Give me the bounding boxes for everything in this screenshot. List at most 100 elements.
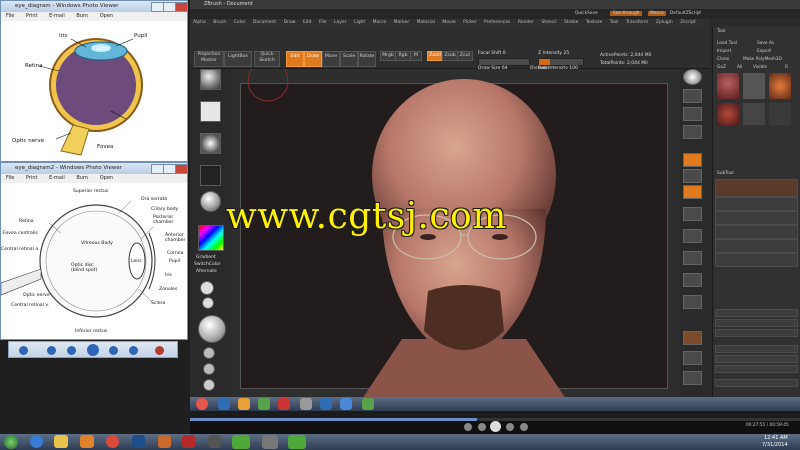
forward-icon[interactable] xyxy=(520,423,528,431)
menu-print[interactable]: Print xyxy=(26,175,38,181)
sphere-icon[interactable] xyxy=(200,281,214,295)
alpha-icon[interactable] xyxy=(200,133,221,154)
subtool-item[interactable] xyxy=(715,179,798,197)
menu-macro[interactable]: Macro xyxy=(373,20,387,25)
matcap-icon[interactable] xyxy=(203,347,215,359)
polyframe-icon[interactable] xyxy=(683,331,702,345)
next-icon[interactable] xyxy=(506,423,514,431)
quick-sketch-button[interactable]: Quick Sketch xyxy=(254,51,280,67)
previous-icon[interactable] xyxy=(67,346,76,355)
app-icon[interactable] xyxy=(362,398,374,410)
menu-layer[interactable]: Layer xyxy=(334,20,347,25)
camtasia-icon[interactable] xyxy=(288,435,306,449)
menu-burn[interactable]: Burn xyxy=(76,175,88,181)
load-tool-button[interactable]: Load Tool xyxy=(717,41,737,46)
clone-button[interactable]: Clone xyxy=(717,57,729,62)
zbrush-icon[interactable] xyxy=(262,435,278,449)
app-icon[interactable] xyxy=(340,398,352,410)
make-polymesh-button[interactable]: Make PolyMesh3D xyxy=(743,57,782,62)
stroke-icon[interactable] xyxy=(200,101,221,122)
focal-shift-slider[interactable] xyxy=(478,58,530,66)
media-player-icon[interactable] xyxy=(80,435,94,448)
app-icon[interactable] xyxy=(208,435,221,448)
default-zscript[interactable]: DefaultZScript xyxy=(670,11,701,16)
rgb-button[interactable]: Rgb xyxy=(395,51,411,61)
prev-icon[interactable] xyxy=(478,423,486,431)
rotate-right-icon[interactable] xyxy=(129,346,138,355)
chrome-icon[interactable] xyxy=(106,435,119,448)
menu-stencil[interactable]: Stencil xyxy=(541,20,556,25)
rotate-left-icon[interactable] xyxy=(19,346,28,355)
texture-icon[interactable] xyxy=(200,165,221,186)
menu-transform[interactable]: Transform xyxy=(626,20,648,25)
rewind-icon[interactable] xyxy=(464,423,472,431)
tool-thumbnail[interactable] xyxy=(769,103,791,125)
zcut-button[interactable]: Zcut xyxy=(457,51,473,61)
slideshow-icon[interactable] xyxy=(87,344,99,356)
menu-tool[interactable]: Tool xyxy=(610,20,619,25)
edit-button[interactable]: Edit xyxy=(286,51,304,67)
menu-picker[interactable]: Picker xyxy=(463,20,476,25)
app-icon[interactable] xyxy=(278,398,290,410)
photoshop-icon[interactable] xyxy=(132,435,145,448)
zadd-button[interactable]: Zadd xyxy=(427,51,443,61)
tool-thumbnail[interactable] xyxy=(769,73,791,99)
rotate-button[interactable]: Rotate xyxy=(358,51,376,67)
menu-draw[interactable]: Draw xyxy=(284,20,296,25)
tool-thumbnail[interactable] xyxy=(717,103,739,125)
panel-row[interactable] xyxy=(715,329,798,337)
scroll-icon[interactable] xyxy=(683,89,702,103)
explorer-icon[interactable] xyxy=(54,435,68,448)
ie-icon[interactable] xyxy=(30,435,43,448)
menu-movie[interactable]: Movie xyxy=(442,20,455,25)
r-button[interactable]: R xyxy=(785,65,788,70)
solo-icon[interactable] xyxy=(683,371,702,385)
menu-preferences[interactable]: Preferences xyxy=(484,20,510,25)
tool-thumbnail[interactable] xyxy=(717,73,739,99)
play-icon[interactable] xyxy=(490,421,501,432)
sphere-icon[interactable] xyxy=(202,297,214,309)
matcap-icon[interactable] xyxy=(203,363,215,375)
color-picker-icon[interactable] xyxy=(198,225,224,251)
gradient-label[interactable]: Gradient xyxy=(196,255,216,260)
brush-icon[interactable] xyxy=(200,69,221,90)
subtool-item[interactable] xyxy=(715,239,798,253)
menu-stroke[interactable]: Stroke xyxy=(564,20,578,25)
subtool-item[interactable] xyxy=(715,197,798,211)
delete-icon[interactable] xyxy=(155,346,164,355)
persp-icon[interactable] xyxy=(683,153,702,167)
rotate-icon[interactable] xyxy=(683,295,702,309)
switch-color-label[interactable]: SwitchColor xyxy=(194,262,221,267)
matcap-icon[interactable] xyxy=(203,379,215,391)
tool-thumbnail[interactable] xyxy=(743,73,765,99)
z-intensity-slider[interactable] xyxy=(538,58,584,66)
menu-light[interactable]: Light xyxy=(354,20,365,25)
menu-alpha[interactable]: Alpha xyxy=(193,20,206,25)
app-icon[interactable] xyxy=(258,398,270,410)
menu-texture[interactable]: Texture xyxy=(586,20,602,25)
menu-material[interactable]: Material xyxy=(417,20,435,25)
menu-email[interactable]: E-mail xyxy=(49,13,65,19)
lightbox-button[interactable]: LightBox xyxy=(224,51,252,67)
panel-row[interactable] xyxy=(715,365,798,373)
app-icon[interactable] xyxy=(196,398,208,410)
menu-document[interactable]: Document xyxy=(253,20,276,25)
subtool-item[interactable] xyxy=(715,253,798,267)
camtasia-icon[interactable] xyxy=(232,435,250,449)
frame-icon[interactable] xyxy=(683,229,702,243)
visible-button[interactable]: Visible xyxy=(753,65,767,70)
scale-button[interactable]: Scale xyxy=(340,51,358,67)
mrgb-button[interactable]: Mrgb xyxy=(380,51,396,61)
menu-marker[interactable]: Marker xyxy=(394,20,410,25)
export-button[interactable]: Export xyxy=(757,49,771,54)
menu-edit[interactable]: Edit xyxy=(303,20,312,25)
close-button[interactable] xyxy=(175,2,188,12)
subtool-item[interactable] xyxy=(715,211,798,225)
app-icon[interactable] xyxy=(218,398,230,410)
goz-button[interactable]: GoZ xyxy=(717,65,726,70)
menu-zplugin[interactable]: Zplugin xyxy=(656,20,673,25)
material-icon[interactable] xyxy=(200,191,221,212)
start-icon[interactable] xyxy=(4,435,18,449)
panel-row[interactable] xyxy=(715,379,798,387)
subtool-header[interactable]: SubTool xyxy=(717,171,734,176)
